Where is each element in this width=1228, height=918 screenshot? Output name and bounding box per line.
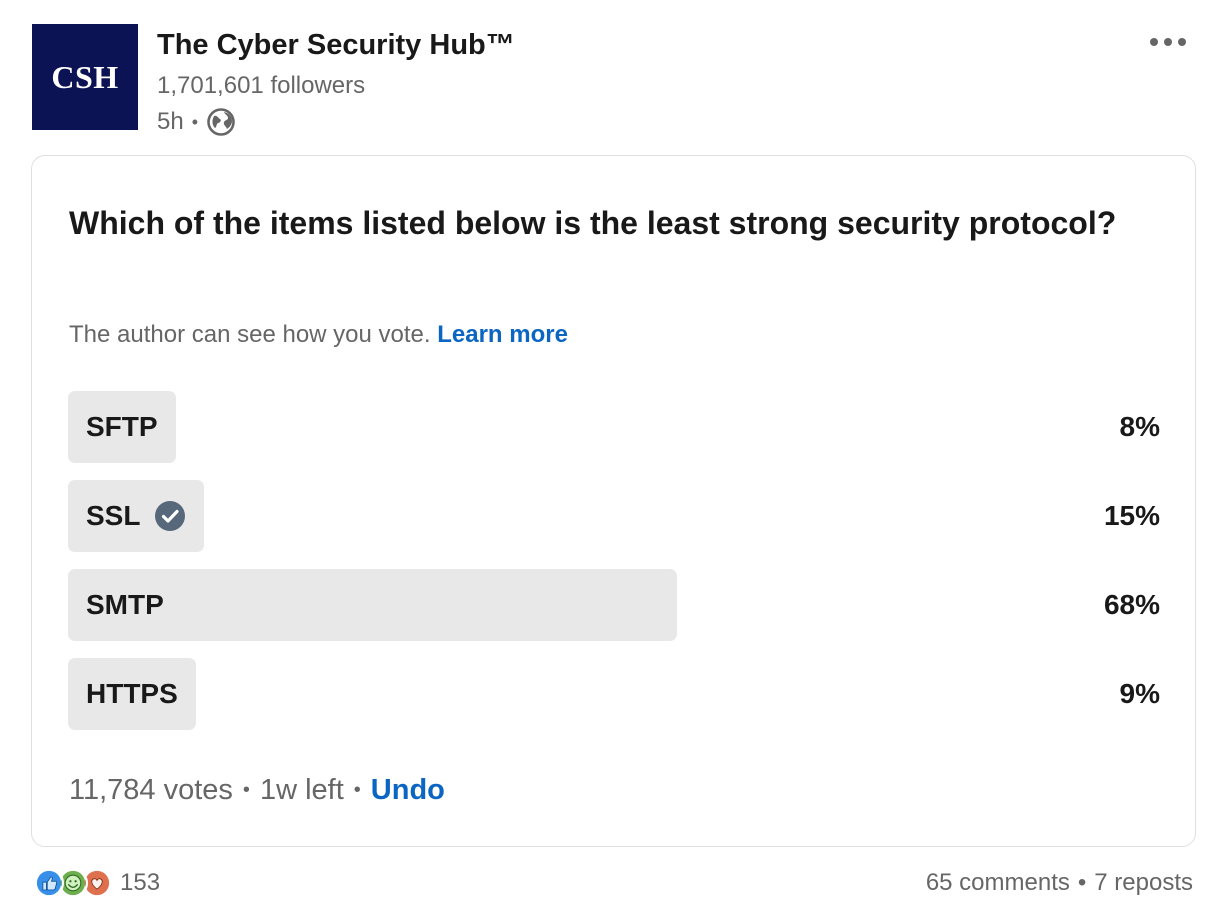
option-label: HTTPS	[86, 658, 178, 730]
poll-option-ssl[interactable]: SSL 15%	[68, 480, 1160, 552]
option-percent: 9%	[1119, 678, 1160, 709]
dot	[1178, 38, 1186, 46]
post-meta: 5h •	[157, 106, 236, 138]
vote-count: 11,784 votes	[69, 773, 233, 806]
follower-count: 1,701,601 followers	[157, 72, 366, 99]
comments-link[interactable]: 65 comments	[926, 869, 1070, 897]
dot	[1164, 38, 1172, 46]
logo-text: CSH	[51, 58, 119, 95]
option-percent: 8%	[1119, 411, 1160, 442]
separator-dot: •	[242, 778, 250, 801]
dot	[1150, 38, 1158, 46]
globe-icon	[207, 108, 235, 136]
undo-vote-button[interactable]: Undo	[371, 774, 445, 807]
separator-dot: •	[1077, 869, 1087, 896]
vote-visibility-note: The author can see how you vote. Learn m…	[69, 321, 568, 349]
post-time: 5h	[157, 108, 184, 135]
more-options-button[interactable]	[1140, 28, 1196, 56]
poll-post: CSH The Cyber Security Hub™ 1,701,601 fo…	[0, 0, 1228, 918]
poll-option-sftp[interactable]: SFTP 8%	[68, 391, 1160, 463]
poll-option-smtp[interactable]: SMTP 68%	[68, 569, 1160, 641]
separator-dot: •	[191, 111, 199, 132]
poll-card: Which of the items listed below is the l…	[31, 155, 1196, 847]
company-logo[interactable]: CSH	[32, 24, 138, 130]
option-text: SSL	[86, 500, 141, 531]
option-percent: 15%	[1103, 500, 1160, 531]
reaction-count: 153	[120, 869, 161, 896]
time-left: 1w left	[259, 773, 344, 806]
poll-footer: 11,784 votes • 1w left • Undo	[69, 770, 445, 810]
author-name[interactable]: The Cyber Security Hub™	[157, 29, 515, 62]
reactions-summary[interactable]: 153	[34, 866, 160, 900]
option-label: SSL	[86, 480, 186, 552]
option-label: SFTP	[86, 391, 158, 463]
option-text: SMTP	[86, 589, 164, 620]
option-percent: 68%	[1103, 589, 1160, 620]
option-text: SFTP	[86, 411, 158, 442]
social-counts: 65 comments • 7 reposts	[926, 866, 1193, 900]
selected-check-icon	[155, 501, 186, 531]
option-text: HTTPS	[86, 678, 178, 709]
separator-dot: •	[353, 778, 361, 801]
option-label: SMTP	[86, 569, 164, 641]
reposts-link[interactable]: 7 reposts	[1094, 869, 1193, 897]
poll-option-https[interactable]: HTTPS 9%	[68, 658, 1160, 730]
visibility-text: The author can see how you vote.	[69, 321, 431, 348]
like-icon	[34, 868, 64, 898]
learn-more-link[interactable]: Learn more	[437, 321, 568, 348]
poll-question: Which of the items listed below is the l…	[69, 205, 1117, 241]
